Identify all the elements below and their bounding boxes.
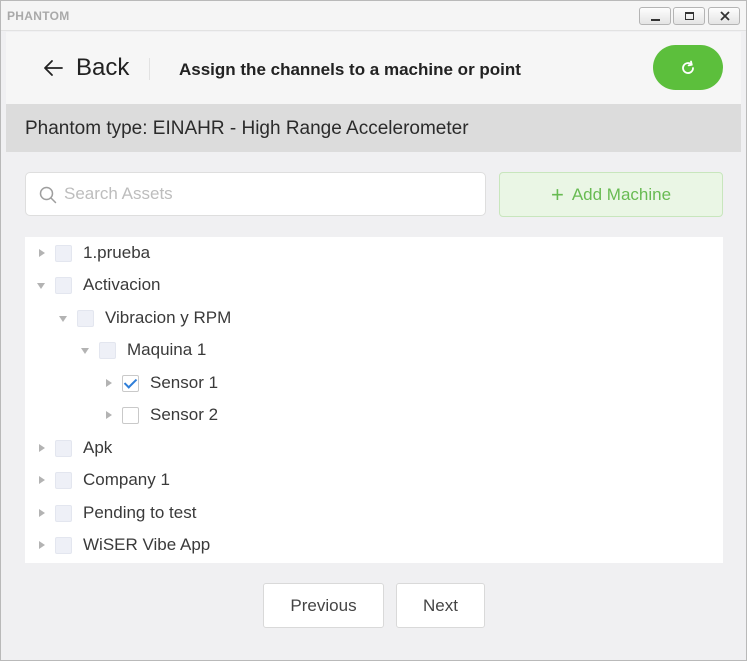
app-title: PHANTOM <box>7 9 70 23</box>
next-button[interactable]: Next <box>396 583 485 628</box>
back-label: Back <box>76 54 130 81</box>
caret-right-icon[interactable] <box>35 246 49 260</box>
asset-tree: 1.prueba Activacion Vibracion y RPM Maqu… <box>25 237 723 563</box>
caret-right-icon[interactable] <box>102 408 116 422</box>
maximize-button[interactable] <box>673 7 705 25</box>
tree-node-label: WiSER Vibe App <box>83 535 211 554</box>
search-input[interactable] <box>64 174 474 214</box>
page-header: Back Assign the channels to a machine or… <box>6 32 741 104</box>
checkbox-checked[interactable] <box>122 374 139 392</box>
caret-right-icon[interactable] <box>35 538 49 552</box>
phantom-type-bar: Phantom type: EINAHR - High Range Accele… <box>6 104 741 152</box>
title-bar[interactable]: PHANTOM <box>1 1 746 31</box>
tree-node-label: Maquina 1 <box>127 340 207 359</box>
app-window: PHANTOM Back Assign the channels to a ma… <box>0 0 747 661</box>
tree-node-activacion[interactable]: Activacion <box>35 270 160 300</box>
tree-node-label: Sensor 2 <box>150 405 219 424</box>
caret-right-icon[interactable] <box>102 376 116 390</box>
tree-node-sensor-1[interactable]: Sensor 1 <box>102 368 218 398</box>
minimize-button[interactable] <box>639 7 671 25</box>
checkbox[interactable] <box>55 244 72 262</box>
caret-down-icon[interactable] <box>79 343 93 357</box>
tree-node-1-prueba[interactable]: 1.prueba <box>35 238 150 268</box>
checkbox[interactable] <box>77 309 94 327</box>
search-box[interactable] <box>25 172 486 216</box>
caret-right-icon[interactable] <box>35 506 49 520</box>
tree-node-maquina-1[interactable]: Maquina 1 <box>79 335 206 365</box>
phantom-type-label: Phantom type: EINAHR - High Range Accele… <box>25 118 469 139</box>
refresh-icon <box>682 60 694 74</box>
page-title: Assign the channels to a machine or poin… <box>179 60 521 79</box>
caret-down-icon[interactable] <box>57 311 71 325</box>
checkbox[interactable] <box>55 471 72 489</box>
tree-node-label: Company 1 <box>83 470 170 489</box>
caret-right-icon[interactable] <box>35 441 49 455</box>
tree-node-label: Apk <box>83 438 113 457</box>
caret-right-icon[interactable] <box>35 473 49 487</box>
tree-node-apk[interactable]: Apk <box>35 433 112 463</box>
search-icon <box>39 186 57 204</box>
checkbox[interactable] <box>55 276 72 294</box>
tree-node-label: Vibracion y RPM <box>105 308 232 327</box>
close-button[interactable] <box>708 7 740 25</box>
checkbox[interactable] <box>99 341 116 359</box>
maximize-icon <box>685 12 694 20</box>
minimize-icon <box>651 19 660 21</box>
checkbox[interactable] <box>55 536 72 554</box>
tree-node-label: 1.prueba <box>83 243 151 262</box>
checkbox[interactable] <box>55 439 72 457</box>
add-machine-label: Add Machine <box>571 184 672 204</box>
plus-icon: + <box>550 181 564 207</box>
caret-down-icon[interactable] <box>35 278 49 292</box>
tree-node-sensor-2[interactable]: Sensor 2 <box>102 400 218 430</box>
arrow-left-icon <box>44 60 63 76</box>
tree-node-label: Pending to test <box>83 503 197 522</box>
add-machine-button[interactable]: + Add Machine <box>499 172 723 217</box>
previous-button[interactable]: Previous <box>263 583 384 628</box>
tree-node-wiser-vibe-app[interactable]: WiSER Vibe App <box>35 530 210 560</box>
tree-node-vibracion-y-rpm[interactable]: Vibracion y RPM <box>57 303 231 333</box>
checkbox[interactable] <box>122 406 139 424</box>
header-divider <box>149 58 150 80</box>
refresh-button[interactable] <box>653 45 723 90</box>
close-icon <box>720 11 730 21</box>
tree-node-label: Sensor 1 <box>150 373 219 392</box>
tree-node-company-1[interactable]: Company 1 <box>35 465 170 495</box>
checkbox[interactable] <box>55 504 72 522</box>
back-button[interactable]: Back <box>42 54 129 82</box>
tree-node-label: Activacion <box>83 275 161 294</box>
tree-node-pending-to-test[interactable]: Pending to test <box>35 498 196 528</box>
